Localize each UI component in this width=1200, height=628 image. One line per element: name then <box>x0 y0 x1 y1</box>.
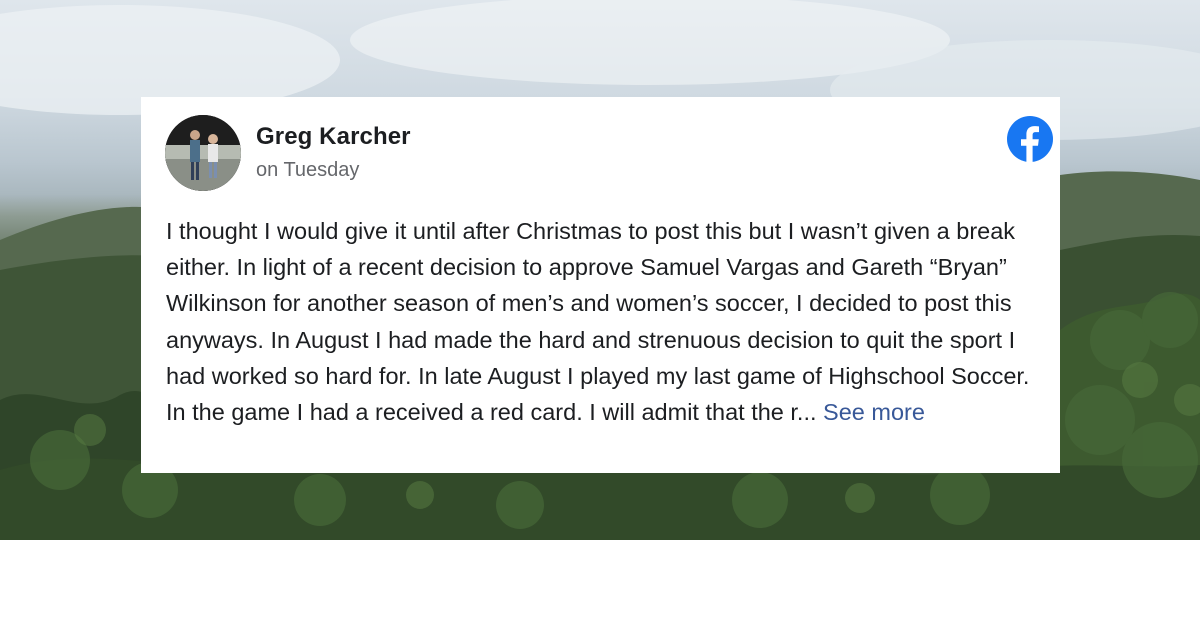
facebook-post-card: Greg Karcher on Tuesday I thought I woul… <box>141 97 1060 473</box>
post-text: I thought I would give it until after Ch… <box>166 213 1046 430</box>
avatar-photo <box>165 115 241 191</box>
see-more-link[interactable]: See more <box>823 399 925 425</box>
avatar[interactable] <box>165 115 241 191</box>
facebook-icon[interactable] <box>1007 116 1053 162</box>
post-text-content: I thought I would give it until after Ch… <box>166 218 1030 426</box>
post-author-name[interactable]: Greg Karcher <box>256 123 411 151</box>
post-timestamp[interactable]: on Tuesday <box>256 159 359 182</box>
